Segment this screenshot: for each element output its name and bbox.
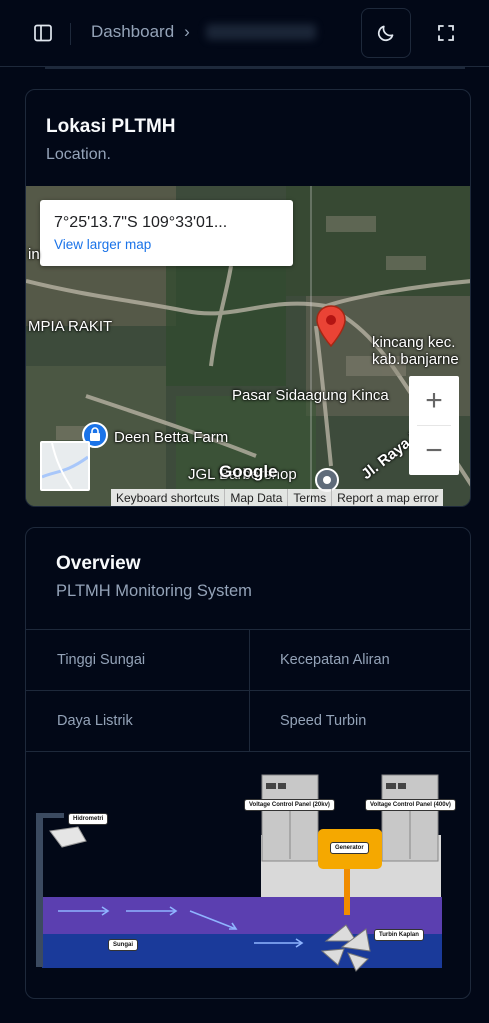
metric-kecepatan-aliran: Kecepatan Aliran [249,630,470,691]
top-header: Dashboard › [0,0,489,67]
sidebar-toggle-button[interactable] [19,9,67,57]
map-pin-icon[interactable] [314,304,348,350]
map-data-link[interactable]: Map Data [225,489,289,506]
theme-toggle-button[interactable] [361,8,411,58]
metric-tinggi-sungai: Tinggi Sungai [26,630,249,691]
label-hidrometri: Hidrometri [68,813,109,825]
zoom-out-button[interactable]: − [409,426,459,475]
location-title: Lokasi PLTMH [46,116,176,137]
keyboard-shortcuts-link[interactable]: Keyboard shortcuts [111,489,226,506]
scroll-divider [45,67,465,69]
moon-icon [377,25,394,42]
label-turbin-kaplan: Turbin Kaplan [374,929,424,941]
fullscreen-icon [438,25,454,41]
metric-daya-listrik: Daya Listrik [26,691,249,752]
breadcrumb: Dashboard › [91,22,316,42]
map-embed[interactable]: 7°25'13.7"S 109°33'01... View larger map… [26,186,470,506]
breadcrumb-dashboard[interactable]: Dashboard [91,22,174,42]
map-label-pasar: Pasar Sidaagung Kinca [232,387,389,404]
terms-link[interactable]: Terms [288,489,333,506]
pltmh-illustration [36,774,442,972]
metric-speed-turbin: Speed Turbin [249,691,470,752]
view-larger-map-link[interactable]: View larger map [54,237,151,252]
map-type-thumbnail[interactable] [40,441,90,491]
map-thumbnail-icon [41,442,89,490]
label-vcp-400v: Voltage Control Panel (400v) [365,799,456,811]
map-label-banjarnegara: kab.banjarne [372,351,459,368]
metrics-grid: Tinggi Sungai Kecepatan Aliran Daya List… [26,629,470,752]
overview-card: Overview PLTMH Monitoring System Tinggi … [25,527,471,999]
map-info-window: 7°25'13.7"S 109°33'01... View larger map [40,200,293,266]
header-divider [70,23,71,45]
report-map-error-link[interactable]: Report a map error [332,489,443,506]
sidebar-icon [34,24,52,42]
map-attribution-bar: Keyboard shortcuts Map Data Terms Report… [111,489,444,506]
breadcrumb-current-blurred [205,24,316,40]
location-card: Lokasi PLTMH Location. 7°25'13.7"S 109°3… [25,89,471,507]
map-label-kincang: kincang kec. [372,334,456,351]
map-coordinate: 7°25'13.7"S 109°33'01... [54,214,228,231]
label-sungai: Sungai [108,939,139,951]
fullscreen-button[interactable] [421,8,471,58]
overview-subtitle: PLTMH Monitoring System [56,582,252,600]
pltmh-diagram: Hidrometri Voltage Control Panel (20kv) … [26,751,470,998]
map-label-in: in [28,246,40,263]
zoom-in-button[interactable]: + [409,376,459,425]
label-generator: Generator [330,842,369,854]
google-logo: Google [219,462,278,481]
label-vcp-20kv: Voltage Control Panel (20kv) [244,799,335,811]
map-label-mpia-rakit: MPIA RAKIT [28,318,113,335]
location-subtitle: Location. [46,146,111,163]
map-label-deen-betta-farm: Deen Betta Farm [114,429,229,446]
map-zoom-control: + − [409,376,459,475]
chevron-right-icon: › [184,22,190,41]
overview-title: Overview [56,553,141,574]
